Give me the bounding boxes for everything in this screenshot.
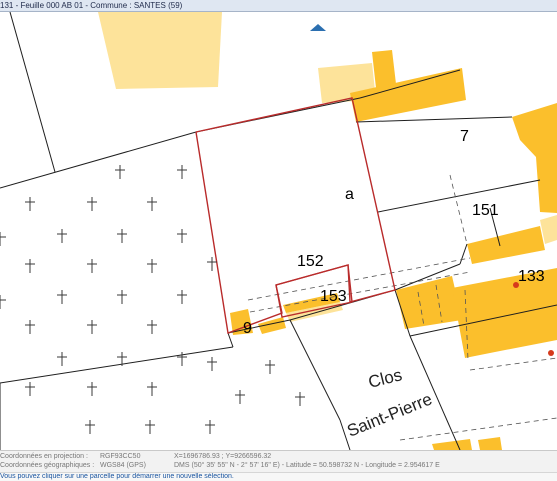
title-bar: 131 - Feuille 000 AB 01 - Commune : SANT… (0, 0, 557, 12)
projection-label: Coordonnées en projection : (0, 453, 88, 460)
geo-code: WGS84 (GPS) (100, 462, 146, 469)
projection-coords: X=1696786.93 ; Y=9266596.32 (174, 453, 272, 460)
building-light (98, 12, 222, 89)
building (512, 103, 557, 213)
geo-coords: DMS (50° 35' 55" N - 2° 57' 16" E) - Lat… (174, 462, 440, 469)
building (432, 439, 472, 450)
parcel-label-151: 151 (472, 202, 499, 219)
coordinates-panel: Coordonnées en projection : RGF93CC50 X=… (0, 450, 557, 473)
projection-code: RGF93CC50 (100, 453, 141, 460)
building (372, 50, 396, 88)
address-marker[interactable] (513, 282, 519, 288)
title-text: 131 - Feuille 000 AB 01 - Commune : SANT… (0, 1, 183, 10)
parcel-label-133: 133 (518, 268, 545, 285)
parcel-label-9: 9 (243, 320, 252, 337)
building (467, 226, 545, 264)
parcel-label-a: a (345, 186, 354, 203)
parcel-label-152: 152 (297, 253, 324, 270)
building (478, 437, 502, 450)
watermark-logo (12, 400, 137, 449)
map-canvas[interactable]: a 7 151 152 153 133 9 Clos Saint-Pierre (0, 12, 557, 450)
building (396, 276, 462, 329)
parcel-label-153: 153 (320, 288, 347, 305)
selected-parcels[interactable] (195, 97, 396, 334)
address-marker[interactable] (548, 350, 554, 356)
pan-north-arrow-icon[interactable] (310, 24, 326, 31)
cemetery-crosses (0, 165, 305, 434)
street-label-line1: Clos (366, 365, 404, 392)
parcel-label-7: 7 (460, 128, 469, 145)
parcel-boundaries (0, 12, 557, 450)
street-label-line2: Saint-Pierre (344, 389, 434, 440)
cadastral-map[interactable]: a 7 151 152 153 133 9 Clos Saint-Pierre (0, 12, 557, 450)
geo-label: Coordonnées géographiques : (0, 462, 95, 469)
